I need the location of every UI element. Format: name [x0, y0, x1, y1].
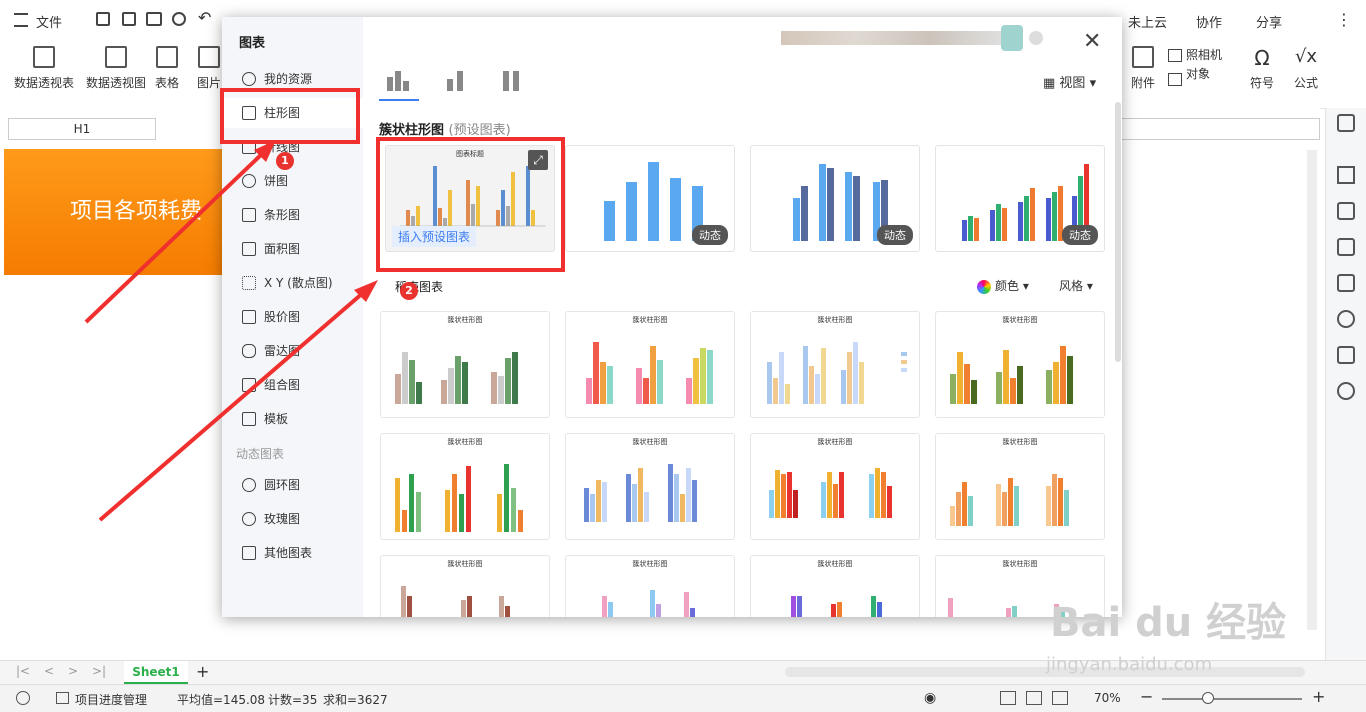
watermark-brand: Bai du 经验	[1050, 600, 1287, 646]
arrow-2	[98, 290, 366, 522]
watermark-url: jingyan.baidu.com	[1046, 654, 1213, 675]
arrow-1	[84, 150, 266, 324]
